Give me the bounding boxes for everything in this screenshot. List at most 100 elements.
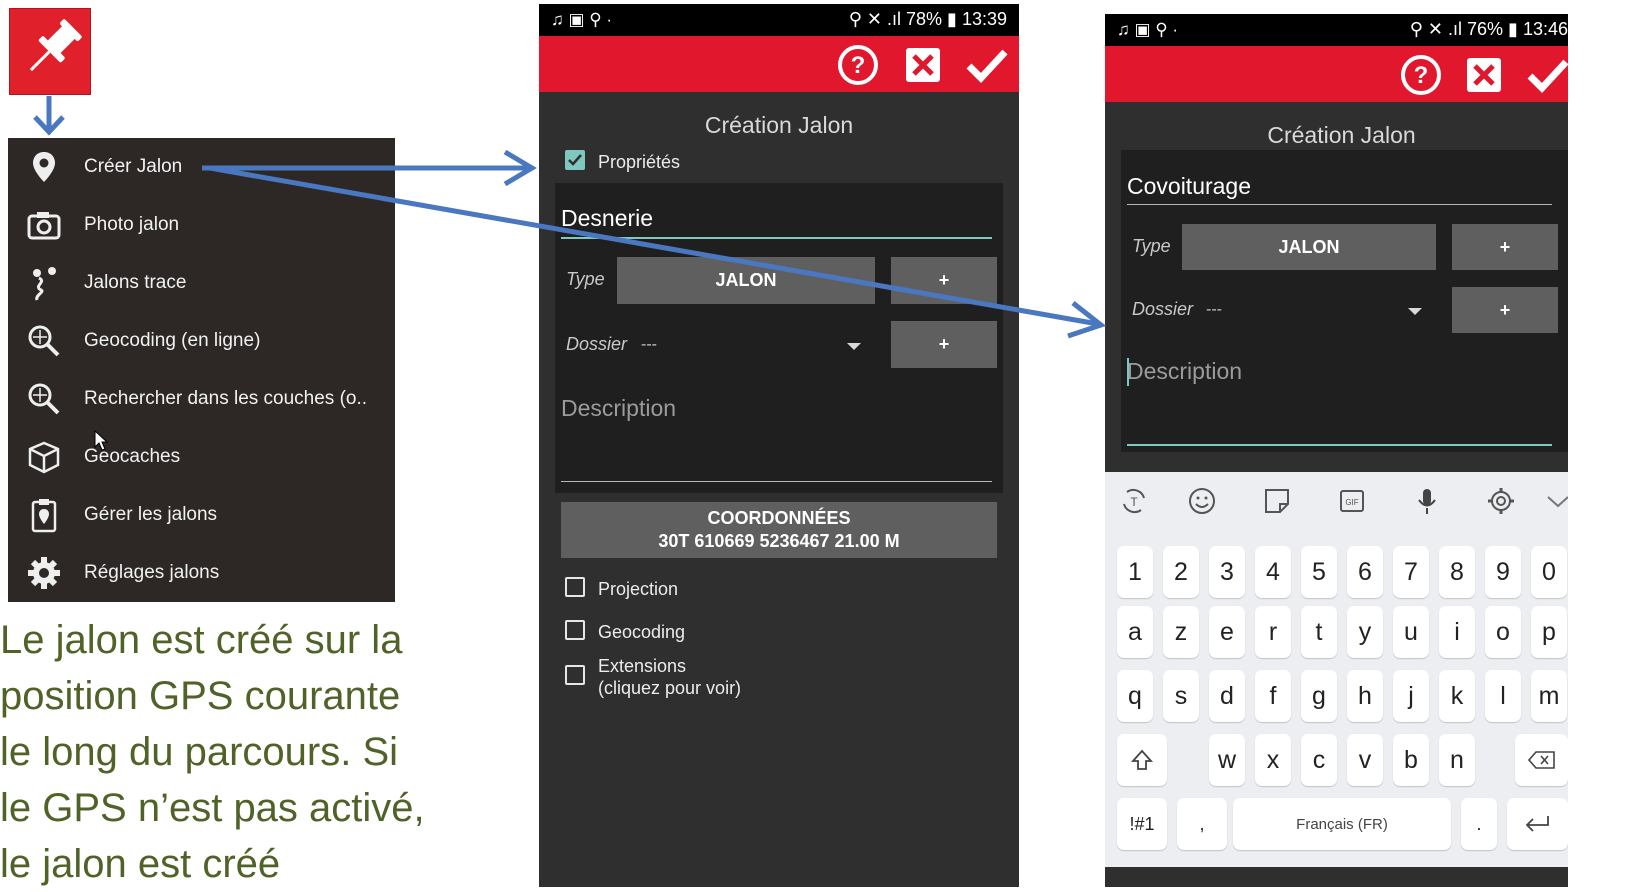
key-d[interactable]: d	[1209, 670, 1245, 722]
key-3[interactable]: 3	[1209, 546, 1245, 598]
key-y[interactable]: y	[1347, 606, 1383, 658]
key-u[interactable]: u	[1393, 606, 1429, 658]
key-w[interactable]: w	[1209, 734, 1245, 786]
key-9[interactable]: 9	[1485, 546, 1521, 598]
add-folder-button[interactable]: +	[891, 321, 997, 368]
shift-icon	[1130, 749, 1154, 770]
confirm-icon[interactable]	[1525, 52, 1568, 98]
properties-checkbox[interactable]	[565, 150, 585, 170]
key-1[interactable]: 1	[1117, 546, 1153, 598]
period-key[interactable]: .	[1461, 798, 1497, 850]
pushpin-icon	[29, 19, 82, 72]
shift-key[interactable]	[1117, 734, 1167, 786]
status-bar: ♫ ▣ ⚲ · ⚲ ✕ .ıl 76% ▮ 13:46	[1105, 14, 1568, 46]
key-o[interactable]: o	[1485, 606, 1521, 658]
key-n[interactable]: n	[1439, 734, 1475, 786]
add-folder-button[interactable]: +	[1452, 287, 1558, 333]
menu-item-geocoding[interactable]: Geocoding (en ligne)	[8, 312, 395, 370]
key-4[interactable]: 4	[1255, 546, 1291, 598]
confirm-icon[interactable]	[964, 42, 1010, 88]
extensions-checkbox[interactable]	[565, 665, 585, 685]
menu-item-photo-jalon[interactable]: Photo jalon	[8, 196, 395, 254]
description-field[interactable]: Description	[561, 395, 676, 422]
key-q[interactable]: q	[1117, 670, 1153, 722]
chevron-down-icon[interactable]	[847, 343, 861, 350]
key-f[interactable]: f	[1255, 670, 1291, 722]
settings-icon[interactable]	[1486, 486, 1516, 516]
key-6[interactable]: 6	[1347, 546, 1383, 598]
add-type-button[interactable]: +	[1452, 224, 1558, 270]
key-i[interactable]: i	[1439, 606, 1475, 658]
key-0[interactable]: 0	[1531, 546, 1567, 598]
menu-item-label: Créer Jalon	[84, 156, 183, 177]
svg-text:GIF: GIF	[1345, 498, 1358, 507]
key-j[interactable]: j	[1393, 670, 1429, 722]
translate-icon[interactable]: T	[1119, 486, 1149, 516]
cancel-icon[interactable]	[1461, 52, 1507, 98]
backspace-key[interactable]	[1515, 734, 1568, 786]
symbols-key[interactable]: !#1	[1117, 798, 1167, 850]
menu-item-label: Rechercher dans les couches (o..	[84, 388, 368, 409]
type-button[interactable]: JALON	[1182, 224, 1436, 270]
key-t[interactable]: t	[1301, 606, 1337, 658]
key-l[interactable]: l	[1485, 670, 1521, 722]
chevron-down-icon[interactable]	[1543, 486, 1568, 516]
key-h[interactable]: h	[1347, 670, 1383, 722]
key-s[interactable]: s	[1163, 670, 1199, 722]
comma-key[interactable]: ,	[1177, 798, 1227, 850]
folder-select[interactable]: ---	[641, 336, 657, 354]
gif-icon[interactable]: GIF	[1337, 486, 1367, 516]
backspace-icon	[1527, 751, 1555, 769]
description-field[interactable]: Description	[1127, 358, 1242, 385]
projection-checkbox[interactable]	[565, 577, 585, 597]
help-icon[interactable]: ?	[1398, 52, 1444, 98]
screen-title: Création Jalon	[704, 112, 854, 138]
folder-select[interactable]: ---	[1206, 301, 1222, 319]
key-a[interactable]: a	[1117, 606, 1153, 658]
coordinates-button[interactable]: COORDONNÉES 30T 610669 5236467 21.00 M	[561, 502, 997, 558]
cancel-icon[interactable]	[900, 42, 946, 88]
key-r[interactable]: r	[1255, 606, 1291, 658]
microphone-icon[interactable]	[1412, 486, 1442, 516]
key-v[interactable]: v	[1347, 734, 1383, 786]
add-type-button[interactable]: +	[891, 257, 997, 304]
key-g[interactable]: g	[1301, 670, 1337, 722]
key-m[interactable]: m	[1531, 670, 1567, 722]
menu-item-search-layers[interactable]: Rechercher dans les couches (o..	[8, 370, 395, 428]
name-field[interactable]: Covoiturage	[1127, 173, 1251, 200]
key-x[interactable]: x	[1255, 734, 1291, 786]
menu-item-geocaches[interactable]: Geocaches	[8, 428, 395, 486]
screen-title: Création Jalon	[1267, 122, 1416, 148]
pin-app-icon[interactable]	[9, 8, 91, 95]
geocoding-checkbox[interactable]	[565, 620, 585, 640]
key-z[interactable]: z	[1163, 606, 1199, 658]
menu-item-manage-jalons[interactable]: Gérer les jalons	[8, 486, 395, 544]
type-button[interactable]: JALON	[617, 257, 875, 304]
key-p[interactable]: p	[1531, 606, 1567, 658]
status-icons-left: ♫ ▣ ⚲ ·	[1117, 20, 1179, 39]
enter-icon	[1525, 816, 1549, 832]
menu-item-create-jalon[interactable]: Créer Jalon	[8, 138, 395, 196]
extensions-hint: (cliquez pour voir)	[598, 678, 742, 698]
menu-item-jalons-trace[interactable]: Jalons trace	[8, 254, 395, 312]
arrow-head	[1067, 301, 1107, 339]
key-7[interactable]: 7	[1393, 546, 1429, 598]
key-c[interactable]: c	[1301, 734, 1337, 786]
sticker-icon[interactable]	[1262, 486, 1292, 516]
menu-item-jalon-settings[interactable]: Réglages jalons	[8, 544, 395, 602]
key-e[interactable]: e	[1209, 606, 1245, 658]
key-2[interactable]: 2	[1163, 546, 1199, 598]
name-field[interactable]: Desnerie	[561, 205, 653, 232]
enter-key[interactable]	[1507, 798, 1568, 850]
chevron-down-icon[interactable]	[1408, 308, 1422, 315]
pin-icon	[33, 152, 55, 182]
menu-item-label: Jalons trace	[84, 272, 187, 293]
key-8[interactable]: 8	[1439, 546, 1475, 598]
key-b[interactable]: b	[1393, 734, 1429, 786]
help-icon[interactable]: ?	[835, 42, 881, 88]
space-key[interactable]: Français (FR)	[1233, 798, 1451, 850]
emoji-icon[interactable]	[1187, 486, 1217, 516]
time-text: 13:46	[1522, 19, 1568, 39]
key-k[interactable]: k	[1439, 670, 1475, 722]
key-5[interactable]: 5	[1301, 546, 1337, 598]
